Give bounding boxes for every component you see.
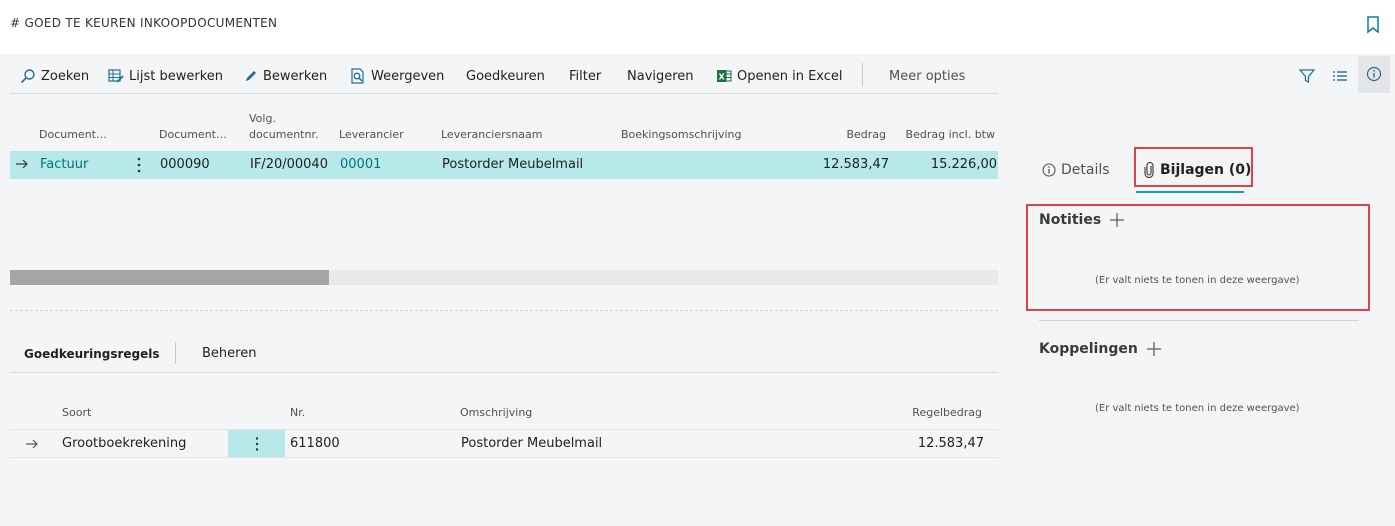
row-divider [10,457,998,458]
bookmark-icon[interactable] [1366,16,1380,34]
filter-pane-button[interactable] [1293,62,1321,90]
column-header-description[interactable]: Omschrijving [460,406,532,419]
filter-label: Filter [569,68,602,84]
subpage-tab-separator [175,342,176,364]
tab-manage[interactable]: Beheren [202,346,256,361]
column-header-no[interactable]: Nr. [290,406,305,419]
column-header-document-type[interactable]: Document… [39,128,107,141]
page-title: # GOED TE KEUREN INKOOPDOCUMENTEN [10,16,278,30]
filter-icon [1299,69,1315,83]
view-label: Weergeven [371,68,445,84]
excel-icon: X [717,70,732,82]
plus-icon[interactable] [1146,341,1162,357]
tab-details-label: Details [1061,162,1110,178]
column-header-amount[interactable]: Bedrag [846,128,886,141]
view-icon [351,68,364,84]
paperclip-icon [1144,162,1154,178]
more-vertical-icon [255,436,258,451]
more-options-button[interactable]: Meer opties [889,66,965,86]
column-header-document-no[interactable]: Document… [159,128,227,141]
list-view-button[interactable] [1326,62,1354,90]
more-vertical-icon[interactable] [133,156,145,174]
info-icon [1366,66,1382,82]
column-header-vendor[interactable]: Leverancier [339,128,404,141]
open-in-excel-label: Openen in Excel [737,68,843,84]
cell-document-type[interactable]: Factuur [40,157,88,172]
cell-line-amount[interactable]: 12.583,47 [918,436,984,451]
links-title: Koppelingen [1039,341,1138,357]
tab-attachments[interactable]: Bijlagen (0) [1143,162,1251,178]
tab-attachments-label: Bijlagen (0) [1160,162,1252,178]
notes-empty-message: (Er valt niets te tonen in deze weergave… [1095,275,1300,286]
tab-details[interactable]: Details [1042,162,1110,178]
open-in-excel-button[interactable]: X Openen in Excel [716,66,843,86]
column-header-seq-no-line1: Volg. [249,112,276,125]
notes-title: Notities [1039,212,1102,228]
cell-no[interactable]: 611800 [290,436,340,451]
action-bar-divider [10,93,998,94]
edit-label: Bewerken [263,68,328,84]
scrollbar-thumb[interactable] [10,270,329,285]
column-header-line-amount[interactable]: Regelbedrag [912,406,982,419]
row-actions-button[interactable] [228,430,285,457]
approve-button[interactable]: Goedkeuren [466,66,545,86]
edit-list-icon [108,69,124,83]
row-divider [10,429,998,430]
edit-list-button[interactable]: Lijst bewerken [108,66,223,86]
notes-section-title: Notities [1039,212,1125,228]
column-header-amount-incl-vat[interactable]: Bedrag incl. btw [906,128,995,141]
arrow-right-icon [25,436,39,455]
cell-seq-no[interactable]: IF/20/00040 [250,157,328,172]
edit-button[interactable]: Bewerken [244,66,327,86]
filter-menu[interactable]: Filter [569,66,601,86]
approve-label: Goedkeuren [466,68,545,84]
cell-amount-incl-vat[interactable]: 15.226,00 [931,157,997,172]
pencil-icon [246,71,256,81]
info-icon [1042,163,1056,177]
factbox-divider [1039,320,1359,321]
list-icon [1333,71,1347,81]
cell-description[interactable]: Postorder Meubelmail [461,436,602,451]
links-empty-message: (Er valt niets te tonen in deze weergave… [1095,403,1300,414]
view-button[interactable]: Weergeven [350,66,444,86]
links-section-title: Koppelingen [1039,341,1162,357]
plus-icon[interactable] [1109,212,1125,228]
factbox-toggle-button[interactable] [1358,56,1390,93]
cell-vendor[interactable]: 00001 [340,157,381,172]
navigate-label: Navigeren [627,68,694,84]
cell-vendor-name[interactable]: Postorder Meubelmail [442,157,583,172]
column-header-vendor-name[interactable]: Leveranciersnaam [441,128,543,141]
column-header-type[interactable]: Soort [62,406,91,419]
edit-list-label: Lijst bewerken [129,68,223,84]
action-separator [862,63,863,87]
cell-type[interactable]: Grootboekrekening [62,436,186,451]
cell-amount[interactable]: 12.583,47 [823,157,889,172]
search-button[interactable]: Zoeken [20,66,89,86]
column-header-seq-no-line2: documentnr. [249,128,319,141]
search-label: Zoeken [41,68,90,84]
arrow-right-icon [15,156,29,175]
more-options-label: Meer opties [889,68,966,84]
svg-text:X: X [719,73,726,82]
column-header-posting-description[interactable]: Boekingsomschrijving [621,128,742,141]
active-tab-indicator [1136,191,1244,193]
cell-document-no[interactable]: 000090 [160,157,210,172]
subpage-divider [10,372,998,373]
page-part-separator[interactable] [10,310,998,311]
navigate-menu[interactable]: Navigeren [627,66,694,86]
column-header-seq-no[interactable]: Volg. documentnr. [249,111,318,143]
search-icon [20,69,35,84]
tab-approval-lines[interactable]: Goedkeuringsregels [24,347,160,361]
